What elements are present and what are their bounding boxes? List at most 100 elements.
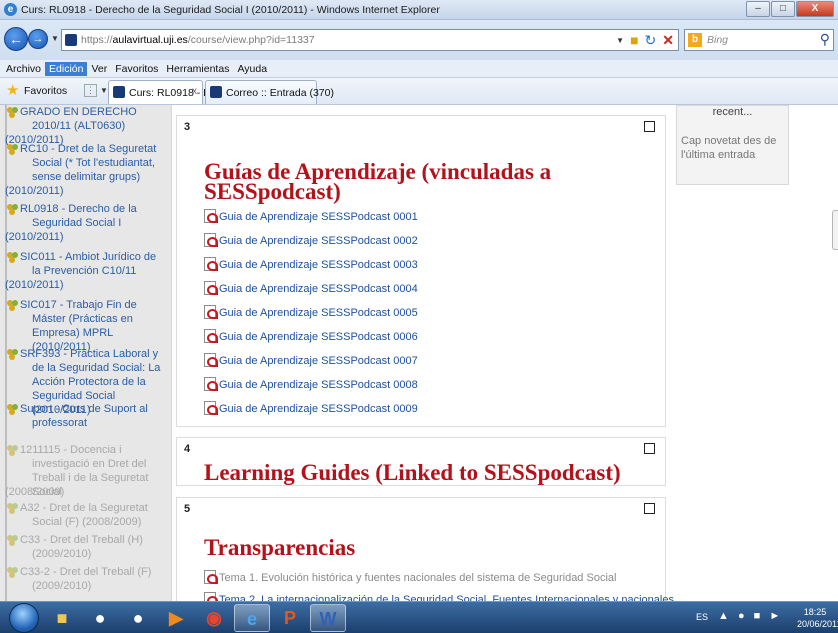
sidebar-course-item[interactable]: A32 - Dret de la Seguretat Social (F) (20… xyxy=(7,501,168,529)
media-app-icon[interactable]: ▶ xyxy=(158,604,194,632)
course-name-cont[interactable]: Máster (Prácticas en xyxy=(20,312,168,326)
tab-course[interactable]: Curs: RL0918 - Derecho... x xyxy=(108,80,252,104)
search-icon[interactable]: ⚲ xyxy=(820,31,830,48)
menu-item-2[interactable]: Ver xyxy=(87,62,111,76)
resource-link[interactable]: Guia de Aprendizaje SESSPodcast 0007 xyxy=(204,353,418,369)
word-icon[interactable]: W xyxy=(310,604,346,632)
resource-link[interactable]: Guia de Aprendizaje SESSPodcast 0005 xyxy=(204,305,418,321)
tab-close-icon[interactable]: x xyxy=(192,86,197,97)
history-dropdown-icon[interactable]: ▼ xyxy=(51,34,59,43)
url-text[interactable]: https://aulavirtual.uji.es/course/view.p… xyxy=(81,34,315,46)
course-name-cont[interactable]: professorat xyxy=(20,416,168,430)
course-name[interactable]: Suport - Curs de Suport al xyxy=(20,403,148,415)
resource-label[interactable]: Tema 1. Evolución histórica y fuentes na… xyxy=(219,572,616,584)
course-name-cont[interactable]: Acción Protectora de la xyxy=(20,375,168,389)
resource-link[interactable]: Guia de Aprendizaje SESSPodcast 0006 xyxy=(204,329,418,345)
course-name-cont[interactable]: la Prevención C10/11 xyxy=(20,264,168,278)
resource-label[interactable]: Guia de Aprendizaje SESSPodcast 0005 xyxy=(219,307,418,319)
resource-label[interactable]: Guia de Aprendizaje SESSPodcast 0003 xyxy=(219,259,418,271)
course-name-cont[interactable]: Social (* Tot l'estudiantat, xyxy=(20,156,168,170)
course-year[interactable]: (2010/2011) xyxy=(5,278,64,292)
resource-label[interactable]: Guia de Aprendizaje SESSPodcast 0008 xyxy=(219,379,418,391)
maximize-button[interactable]: □ xyxy=(771,1,795,17)
clock[interactable]: 18:25 20/06/2011 xyxy=(797,606,838,630)
course-name[interactable]: SRF393 - Práctica Laboral y xyxy=(20,348,158,360)
language-indicator[interactable]: ES xyxy=(696,612,708,622)
stop-icon[interactable]: ✕ xyxy=(662,32,674,50)
course-name-cont[interactable]: de la Seguridad Social: La xyxy=(20,361,168,375)
chat-app-icon[interactable]: ● xyxy=(82,604,118,632)
resource-link[interactable]: Guia de Aprendizaje SESSPodcast 0009 xyxy=(204,401,418,417)
powerpoint-icon[interactable]: P xyxy=(272,604,308,632)
resource-label[interactable]: Guia de Aprendizaje SESSPodcast 0009 xyxy=(219,403,418,415)
resource-label[interactable]: Guia de Aprendizaje SESSPodcast 0002 xyxy=(219,235,418,247)
resource-label[interactable]: Tema 2. La internacionalización de la Se… xyxy=(219,594,674,601)
course-year[interactable]: (2010/2011) xyxy=(5,184,64,198)
course-name-cont[interactable]: Social (F) (2008/2009) xyxy=(20,515,168,529)
course-name-cont[interactable]: investigació en Dret del xyxy=(20,457,168,471)
back-button[interactable]: ← xyxy=(4,27,28,51)
resource-link[interactable]: Guia de Aprendizaje SESSPodcast 0003 xyxy=(204,257,418,273)
chrome-icon[interactable]: ◉ xyxy=(196,604,232,632)
course-name[interactable]: C33-2 - Dret del Treball (F) xyxy=(20,566,151,578)
page-scroll-handle[interactable] xyxy=(832,210,838,250)
course-year[interactable]: (2008/2009) xyxy=(5,485,64,499)
resource-label[interactable]: Guia de Aprendizaje SESSPodcast 0001 xyxy=(219,211,418,223)
course-name[interactable]: A32 - Dret de la Seguretat xyxy=(20,502,148,514)
sidebar-course-item[interactable]: GRADO EN DERECHO 2010/11 (ALT0630) xyxy=(7,105,168,133)
tray-icons[interactable]: ▲ ● ■ ► xyxy=(718,610,783,622)
course-name-cont[interactable]: Seguridad Social I xyxy=(20,216,168,230)
resource-label[interactable]: Guia de Aprendizaje SESSPodcast 0007 xyxy=(219,355,418,367)
menu-item-5[interactable]: Ayuda xyxy=(233,62,271,76)
refresh-icon[interactable]: ↻ xyxy=(645,32,657,50)
sidebar-course-item[interactable]: RC10 - Dret de la Seguretat Social (* Tot… xyxy=(7,142,168,184)
menu-item-1[interactable]: Edición xyxy=(45,61,88,76)
sidebar-course-item[interactable]: SIC017 - Trabajo Fin de Máster (Prácticas… xyxy=(7,298,168,354)
resource-link[interactable]: Guia de Aprendizaje SESSPodcast 0004 xyxy=(204,281,418,297)
resource-link[interactable]: Tema 2. La internacionalización de la Se… xyxy=(204,592,674,601)
course-name-cont[interactable]: (2009/2010) xyxy=(20,579,168,593)
resource-link[interactable]: Tema 1. Evolución histórica y fuentes na… xyxy=(204,570,616,586)
tab-list-dropdown-icon[interactable]: ▼ xyxy=(100,86,108,95)
recent-link[interactable]: recent... xyxy=(677,106,788,118)
sidebar-course-item[interactable]: C33-2 - Dret del Treball (F) (2009/2010) xyxy=(7,565,168,593)
course-name-cont[interactable]: 2010/11 (ALT0630) xyxy=(20,119,168,133)
section-highlight-checkbox[interactable] xyxy=(644,121,655,132)
course-name-cont[interactable]: sense delimitar grups) xyxy=(20,170,168,184)
favorites-star-icon[interactable]: ★ xyxy=(6,83,19,98)
quick-tabs-icon[interactable]: ⋮ xyxy=(84,84,97,97)
section-highlight-checkbox[interactable] xyxy=(644,503,655,514)
menu-item-4[interactable]: Herramientas xyxy=(162,62,233,76)
minimize-button[interactable]: – xyxy=(746,1,770,17)
resource-link[interactable]: Guia de Aprendizaje SESSPodcast 0001 xyxy=(204,209,418,225)
course-name[interactable]: 1211115 - Docencia i xyxy=(20,444,122,456)
course-year[interactable]: (2010/2011) xyxy=(5,230,64,244)
start-button[interactable] xyxy=(9,603,39,633)
resource-label[interactable]: Guia de Aprendizaje SESSPodcast 0004 xyxy=(219,283,418,295)
course-name[interactable]: RC10 - Dret de la Seguretat xyxy=(20,143,156,155)
favorites-button[interactable]: Favoritos xyxy=(24,85,67,97)
address-input[interactable]: https://aulavirtual.uji.es/course/view.p… xyxy=(61,29,679,51)
course-name[interactable]: C33 - Dret del Treball (H) xyxy=(20,534,143,546)
resource-label[interactable]: Guia de Aprendizaje SESSPodcast 0006 xyxy=(219,331,418,343)
tab-mail[interactable]: Correo :: Entrada (370) xyxy=(205,80,334,104)
lock-icon[interactable]: ■ xyxy=(630,32,638,50)
resource-link[interactable]: Guia de Aprendizaje SESSPodcast 0002 xyxy=(204,233,418,249)
resource-link[interactable]: Guia de Aprendizaje SESSPodcast 0008 xyxy=(204,377,418,393)
search-input[interactable]: b Bing ⚲ xyxy=(684,29,834,51)
menu-item-0[interactable]: Archivo xyxy=(2,62,45,76)
course-name-cont[interactable]: (2009/2010) xyxy=(20,547,168,561)
section-highlight-checkbox[interactable] xyxy=(644,443,655,454)
sidebar-course-item[interactable]: Suport - Curs de Suport al professorat xyxy=(7,402,168,430)
sidebar-course-item[interactable]: RL0918 - Derecho de la Seguridad Social I xyxy=(7,202,168,230)
ie-taskbar-icon[interactable]: e xyxy=(234,604,270,632)
course-name[interactable]: SIC011 - Ambiot Jurídico de xyxy=(20,251,156,263)
forward-button[interactable]: → xyxy=(28,29,48,49)
course-name[interactable]: RL0918 - Derecho de la xyxy=(20,203,137,215)
explorer-icon[interactable]: ■ xyxy=(44,604,80,632)
menu-item-3[interactable]: Favoritos xyxy=(111,62,162,76)
close-button[interactable]: X xyxy=(796,1,834,17)
sidebar-course-item[interactable]: C33 - Dret del Treball (H) (2009/2010) xyxy=(7,533,168,561)
dropdown-icon[interactable]: ▼ xyxy=(616,32,624,50)
course-name[interactable]: SIC017 - Trabajo Fin de xyxy=(20,299,137,311)
